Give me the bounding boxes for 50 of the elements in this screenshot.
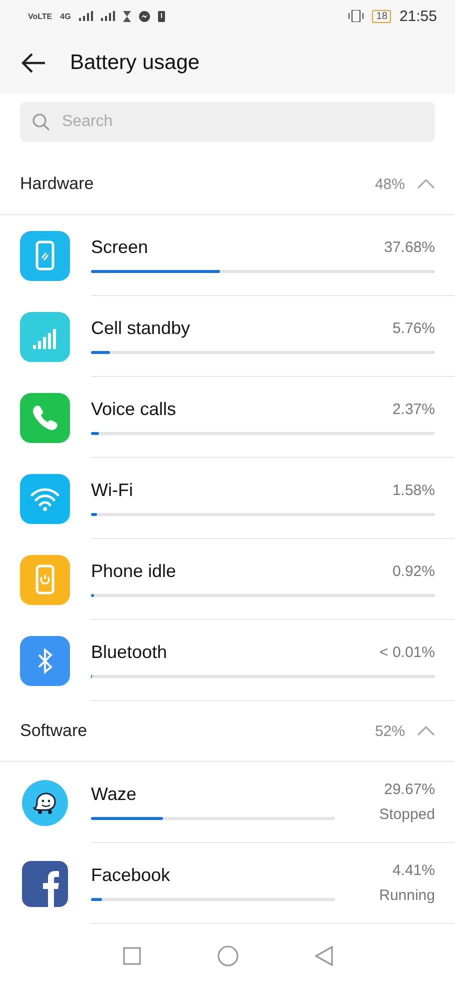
- usage-percent: 4.41%: [392, 862, 435, 879]
- chevron-icon[interactable]: [417, 726, 435, 736]
- clock: 21:55: [399, 8, 437, 24]
- chat-icon: [138, 10, 150, 22]
- section-total: 48%: [374, 176, 405, 192]
- item-name: Waze: [91, 784, 136, 805]
- item-name: Voice calls: [91, 399, 176, 420]
- app-status: Stopped: [379, 806, 435, 823]
- section-title: Hardware: [20, 174, 95, 194]
- app-icon: [20, 858, 70, 908]
- usage-percent: 29.67%: [384, 781, 435, 798]
- item-name: Cell standby: [91, 318, 190, 339]
- battery-level: 18: [372, 10, 392, 22]
- app-icon: [20, 778, 70, 828]
- home-button[interactable]: [216, 945, 238, 967]
- back-button[interactable]: [20, 52, 46, 74]
- item-name: Facebook: [91, 865, 170, 886]
- battery-alert-icon: [158, 10, 165, 22]
- status-indicator: 4G: [60, 12, 71, 20]
- item-name: Wi-Fi: [91, 480, 133, 501]
- bluetooth-icon: [20, 636, 70, 686]
- page-title: Battery usage: [70, 51, 200, 75]
- search-field[interactable]: Search: [60, 112, 423, 132]
- usage-percent: 0.92%: [392, 563, 435, 580]
- recents-button[interactable]: [122, 947, 140, 965]
- hourglass-icon: [122, 10, 131, 22]
- section-total: 52%: [374, 722, 405, 740]
- item-name: Screen: [91, 237, 148, 258]
- wifi-icon: [20, 474, 70, 524]
- chevron-icon[interactable]: [417, 179, 435, 189]
- usage-percent: < 0.01%: [380, 644, 435, 661]
- signal-icon: [78, 11, 93, 21]
- usage-percent: 1.58%: [392, 482, 435, 499]
- section-title: Software: [20, 721, 88, 741]
- signal-icon: [20, 312, 70, 362]
- usage-percent: 5.76%: [392, 320, 435, 337]
- search-icon: [32, 113, 50, 131]
- phone-handset-icon: [20, 392, 70, 442]
- back-nav-button[interactable]: [314, 946, 332, 966]
- search-bar[interactable]: Search: [20, 102, 435, 142]
- item-name: Phone idle: [91, 561, 176, 582]
- item-name: Bluetooth: [91, 642, 168, 663]
- phone-icon: [20, 230, 70, 280]
- status-indicator: VoLTE: [28, 12, 52, 20]
- usage-percent: 2.37%: [392, 401, 435, 418]
- phone-power-icon: [20, 554, 70, 604]
- app-status: Running: [379, 887, 435, 904]
- vibrate-icon: [348, 10, 364, 22]
- signal-icon: [100, 11, 115, 21]
- usage-percent: 37.68%: [384, 239, 435, 256]
